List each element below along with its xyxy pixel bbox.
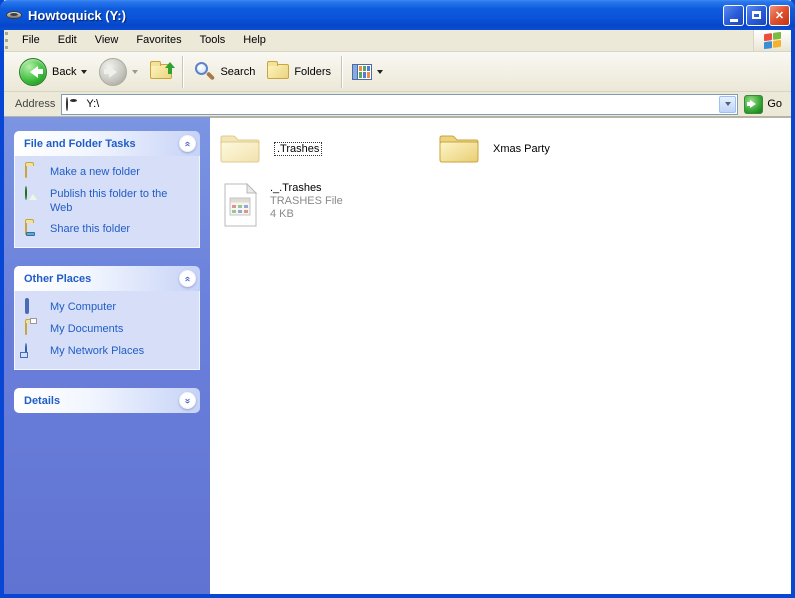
panel-other-places: Other Places « My Computer My Documents …	[14, 266, 200, 370]
views-icon	[352, 64, 372, 80]
file-tile-xmas-party[interactable]: Xmas Party	[437, 130, 550, 169]
folders-icon	[267, 64, 289, 79]
minimize-icon	[730, 19, 738, 22]
menu-view[interactable]: View	[86, 30, 128, 51]
panel-details: Details »	[14, 388, 200, 413]
file-tile-trashes-folder[interactable]: .Trashes	[218, 130, 322, 169]
address-input[interactable]: Y:\	[61, 94, 738, 115]
new-folder-icon	[25, 164, 27, 178]
toolbar-separator	[341, 56, 342, 88]
task-link[interactable]: My Documents	[50, 322, 123, 336]
drive-icon	[66, 98, 82, 110]
menu-help[interactable]: Help	[234, 30, 275, 51]
task-link[interactable]: My Computer	[50, 300, 116, 314]
link-my-documents[interactable]: My Documents	[25, 322, 191, 337]
standard-buttons-toolbar: Back Search Folders	[4, 52, 791, 92]
back-button[interactable]: Back	[13, 55, 93, 89]
window-title: Howtoquick (Y:)	[28, 8, 723, 23]
go-label[interactable]: Go	[767, 98, 782, 110]
search-icon	[193, 61, 215, 83]
file-name[interactable]: Xmas Party	[493, 143, 550, 155]
title-bar[interactable]: Howtoquick (Y:) ✕	[0, 0, 795, 30]
explorer-window: Howtoquick (Y:) ✕ File Edit View Favorit…	[0, 0, 795, 598]
my-network-places-icon	[25, 343, 27, 357]
forward-button[interactable]	[93, 55, 144, 89]
task-link[interactable]: Make a new folder	[50, 165, 140, 179]
menu-edit[interactable]: Edit	[49, 30, 86, 51]
file-name[interactable]: ._.Trashes	[270, 182, 343, 195]
panel-title: File and Folder Tasks	[24, 138, 136, 150]
windows-logo-icon	[764, 32, 781, 49]
maximize-button[interactable]	[746, 5, 767, 26]
address-value[interactable]: Y:\	[86, 98, 718, 110]
search-button[interactable]: Search	[187, 55, 261, 89]
task-link[interactable]: Share this folder	[50, 222, 130, 236]
panel-header-details[interactable]: Details »	[14, 388, 200, 413]
file-name[interactable]: .Trashes	[274, 142, 322, 156]
forward-icon	[99, 58, 127, 86]
panel-title: Other Places	[24, 273, 91, 285]
back-label: Back	[52, 66, 76, 78]
menubar-grip[interactable]	[5, 32, 12, 49]
task-share-folder[interactable]: Share this folder	[25, 222, 191, 237]
folder-icon[interactable]	[218, 130, 262, 169]
panel-header-file-tasks[interactable]: File and Folder Tasks «	[14, 131, 200, 156]
address-dropdown-button[interactable]	[719, 96, 736, 113]
drive-icon	[6, 9, 23, 21]
go-arrow-icon	[747, 100, 760, 108]
file-type: TRASHES File	[270, 195, 343, 208]
task-publish-to-web[interactable]: Publish this folder to the Web	[25, 187, 191, 215]
task-make-new-folder[interactable]: Make a new folder	[25, 165, 191, 180]
expand-button[interactable]: »	[179, 392, 196, 409]
menu-file[interactable]: File	[13, 30, 49, 51]
up-folder-icon	[150, 64, 172, 79]
chevron-down-icon: »	[182, 398, 193, 403]
chevron-up-icon: «	[182, 141, 193, 146]
minimize-button[interactable]	[723, 5, 744, 26]
chevron-down-icon	[725, 102, 731, 109]
my-computer-icon	[25, 300, 29, 312]
toolbar-separator	[182, 56, 183, 88]
menu-tools[interactable]: Tools	[191, 30, 235, 51]
maximize-icon	[752, 11, 761, 19]
back-icon	[19, 58, 47, 86]
my-documents-icon	[25, 321, 27, 335]
task-pane-sidebar: File and Folder Tasks « Make a new folde…	[4, 117, 210, 594]
file-icon[interactable]	[222, 182, 258, 231]
panel-file-and-folder-tasks: File and Folder Tasks « Make a new folde…	[14, 131, 200, 248]
file-tile-trashes-file[interactable]: ._.Trashes TRASHES File 4 KB	[222, 182, 343, 231]
views-dropdown-icon[interactable]	[377, 70, 383, 77]
link-my-computer[interactable]: My Computer	[25, 300, 191, 315]
task-link[interactable]: My Network Places	[50, 344, 144, 358]
forward-dropdown-icon	[132, 70, 138, 77]
panel-header-other-places[interactable]: Other Places «	[14, 266, 200, 291]
chevron-up-icon: «	[182, 276, 193, 281]
link-my-network-places[interactable]: My Network Places	[25, 344, 191, 359]
menu-bar: File Edit View Favorites Tools Help	[4, 30, 791, 52]
go-button[interactable]	[744, 95, 763, 114]
folder-icon[interactable]	[437, 130, 481, 169]
back-dropdown-icon[interactable]	[81, 70, 87, 77]
folders-button[interactable]: Folders	[261, 55, 337, 89]
up-button[interactable]	[144, 55, 178, 89]
task-link[interactable]: Publish this folder to the Web	[50, 187, 191, 215]
file-list-area[interactable]: .Trashes Xmas Party	[210, 117, 791, 594]
close-icon: ✕	[775, 9, 784, 22]
publish-web-icon	[25, 186, 27, 200]
folders-label: Folders	[294, 66, 331, 78]
search-label: Search	[220, 66, 255, 78]
file-size: 4 KB	[270, 208, 343, 221]
windows-brand-area	[753, 30, 791, 51]
close-button[interactable]: ✕	[769, 5, 790, 26]
views-button[interactable]	[346, 55, 389, 89]
address-label: Address	[13, 98, 61, 110]
panel-title: Details	[24, 395, 60, 407]
collapse-button[interactable]: «	[179, 270, 196, 287]
collapse-button[interactable]: «	[179, 135, 196, 152]
share-folder-icon	[25, 221, 27, 235]
menu-favorites[interactable]: Favorites	[127, 30, 190, 51]
address-bar: Address Y:\ Go	[4, 92, 791, 117]
